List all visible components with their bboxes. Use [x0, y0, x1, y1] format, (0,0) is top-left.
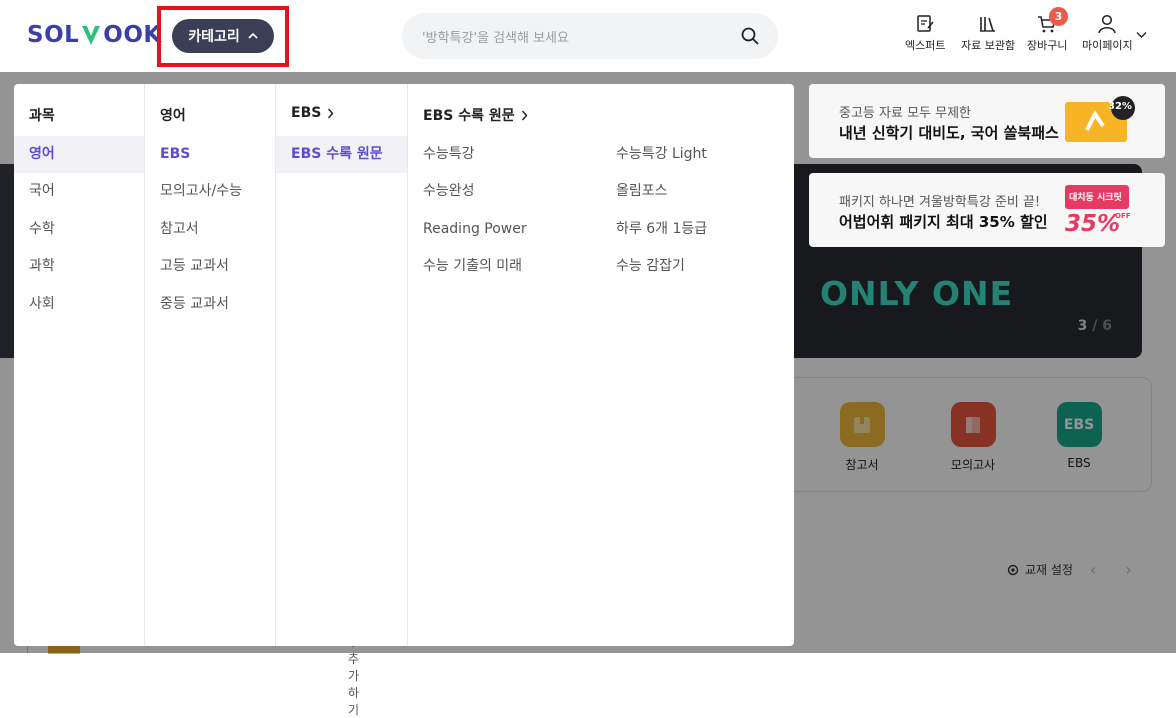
search-bar[interactable]: '방학특강'을 검색해 보세요 [402, 13, 778, 59]
logo-text-end: OOK [103, 22, 162, 48]
ad-title: 어법어휘 패키지 최대 35% 할인 [839, 213, 1048, 231]
ad-discount-badge: 35% [1065, 211, 1121, 237]
menu-column-ebs: EBS EBS 수록 원문 [276, 84, 408, 646]
book-item[interactable]: 수능 기출의 미래 [408, 248, 522, 285]
ad-card-grammar-package[interactable]: 패키지 하나면 겨울방학특강 준비 끝! 어법어휘 패키지 최대 35% 할인 … [809, 173, 1165, 247]
chevron-up-icon [248, 32, 258, 39]
search-input[interactable]: '방학특강'을 검색해 보세요 [422, 27, 569, 46]
ad-title: 내년 신학기 대비도, 국어 쏠북패스 [839, 124, 1059, 142]
logo-text-start: SOL [27, 22, 80, 48]
menu-item-science[interactable]: 과학 [14, 248, 144, 285]
menu-item-english[interactable]: 영어 [14, 136, 144, 173]
menu-item-math[interactable]: 수학 [14, 211, 144, 248]
column-header-ebs[interactable]: EBS [291, 105, 334, 121]
book-item[interactable]: 올림포스 [601, 173, 668, 210]
library-button[interactable]: 자료 보관함 [961, 14, 1015, 53]
column-header-english: 영어 [160, 108, 186, 124]
cart-button[interactable]: 3 장바구니 [1027, 7, 1068, 53]
category-button[interactable]: 카테고리 [172, 19, 274, 53]
ad-discount-off: OFF [1115, 212, 1131, 220]
book-item[interactable]: 하루 6개 1등급 [601, 211, 707, 248]
edit-icon [917, 15, 934, 32]
top-header: SOL OOK 카테고리 '방학특강'을 검색해 보세요 엑스퍼트 자료 보관함… [0, 0, 1176, 72]
menu-item-ebs[interactable]: EBS [145, 136, 275, 173]
cart-label: 장바구니 [1027, 39, 1068, 52]
menu-column-books: EBS 수록 원문 수능특강 수능완성 Reading Power 수능 기출의… [408, 84, 794, 646]
ad-subtitle: 중고등 자료 모두 무제한 [839, 106, 971, 121]
menu-item-social[interactable]: 사회 [14, 286, 144, 323]
mypage-label: 마이페이지 [1082, 39, 1133, 52]
expert-button[interactable]: 엑스퍼트 [905, 14, 945, 53]
menu-column-types: 영어 EBS 모의고사/수능 참고서 고등 교과서 중등 교과서 [145, 84, 276, 646]
menu-item-middle-textbook[interactable]: 중등 교과서 [145, 286, 275, 323]
menu-item-korean[interactable]: 국어 [14, 173, 144, 210]
menu-item-high-textbook[interactable]: 고등 교과서 [145, 248, 275, 285]
library-label: 자료 보관함 [961, 39, 1016, 52]
book-item[interactable]: 수능 감잡기 [601, 248, 685, 285]
book-item[interactable]: 수능완성 [408, 173, 475, 210]
menu-item-mock-exam[interactable]: 모의고사/수능 [145, 173, 275, 210]
user-icon [1098, 14, 1117, 34]
cart-count-badge: 3 [1049, 7, 1068, 26]
mypage-chevron-down-icon[interactable] [1136, 31, 1147, 39]
solbook-logo[interactable]: SOL OOK [27, 22, 162, 48]
ad-card-solbook-pass[interactable]: 중고등 자료 모두 무제한 내년 신학기 대비도, 국어 쏠북패스 32% [809, 84, 1165, 158]
search-icon[interactable] [740, 26, 760, 46]
column-header-ebs-original[interactable]: EBS 수록 원문 [423, 105, 528, 125]
chevron-right-icon [521, 110, 528, 120]
book-item[interactable]: Reading Power [408, 211, 527, 248]
book-item[interactable]: 수능특강 [408, 136, 475, 173]
heart-stamp-icon: 대치동 시크릿 [1065, 185, 1129, 209]
category-mega-menu: 과목 영어 국어 수학 과학 사회 영어 EBS 모의고사/수능 참고서 고등 … [14, 84, 794, 646]
library-icon [980, 17, 996, 32]
menu-column-subjects: 과목 영어 국어 수학 과학 사회 [14, 84, 145, 646]
menu-item-ebs-original[interactable]: EBS 수록 원문 [276, 136, 407, 173]
category-highlight-box: 카테고리 [157, 6, 289, 67]
column-header-subjects: 과목 [29, 108, 55, 124]
logo-leaf-icon [82, 26, 101, 45]
ad-discount-badge: 32% [1108, 101, 1132, 112]
column-header-ebs-original-label: EBS 수록 원문 [423, 108, 515, 124]
category-button-label: 카테고리 [188, 29, 240, 45]
ad-badge-top: 대치동 시크릿 [1069, 193, 1122, 203]
mypage-button[interactable]: 마이페이지 [1082, 14, 1133, 53]
ad-subtitle: 패키지 하나면 겨울방학특강 준비 끝! [839, 195, 1041, 210]
chevron-right-icon [328, 108, 334, 118]
column-header-ebs-label: EBS [291, 105, 322, 121]
expert-label: 엑스퍼트 [905, 39, 946, 52]
book-item[interactable]: 수능특강 Light [601, 136, 707, 173]
menu-item-reference[interactable]: 참고서 [145, 211, 275, 248]
